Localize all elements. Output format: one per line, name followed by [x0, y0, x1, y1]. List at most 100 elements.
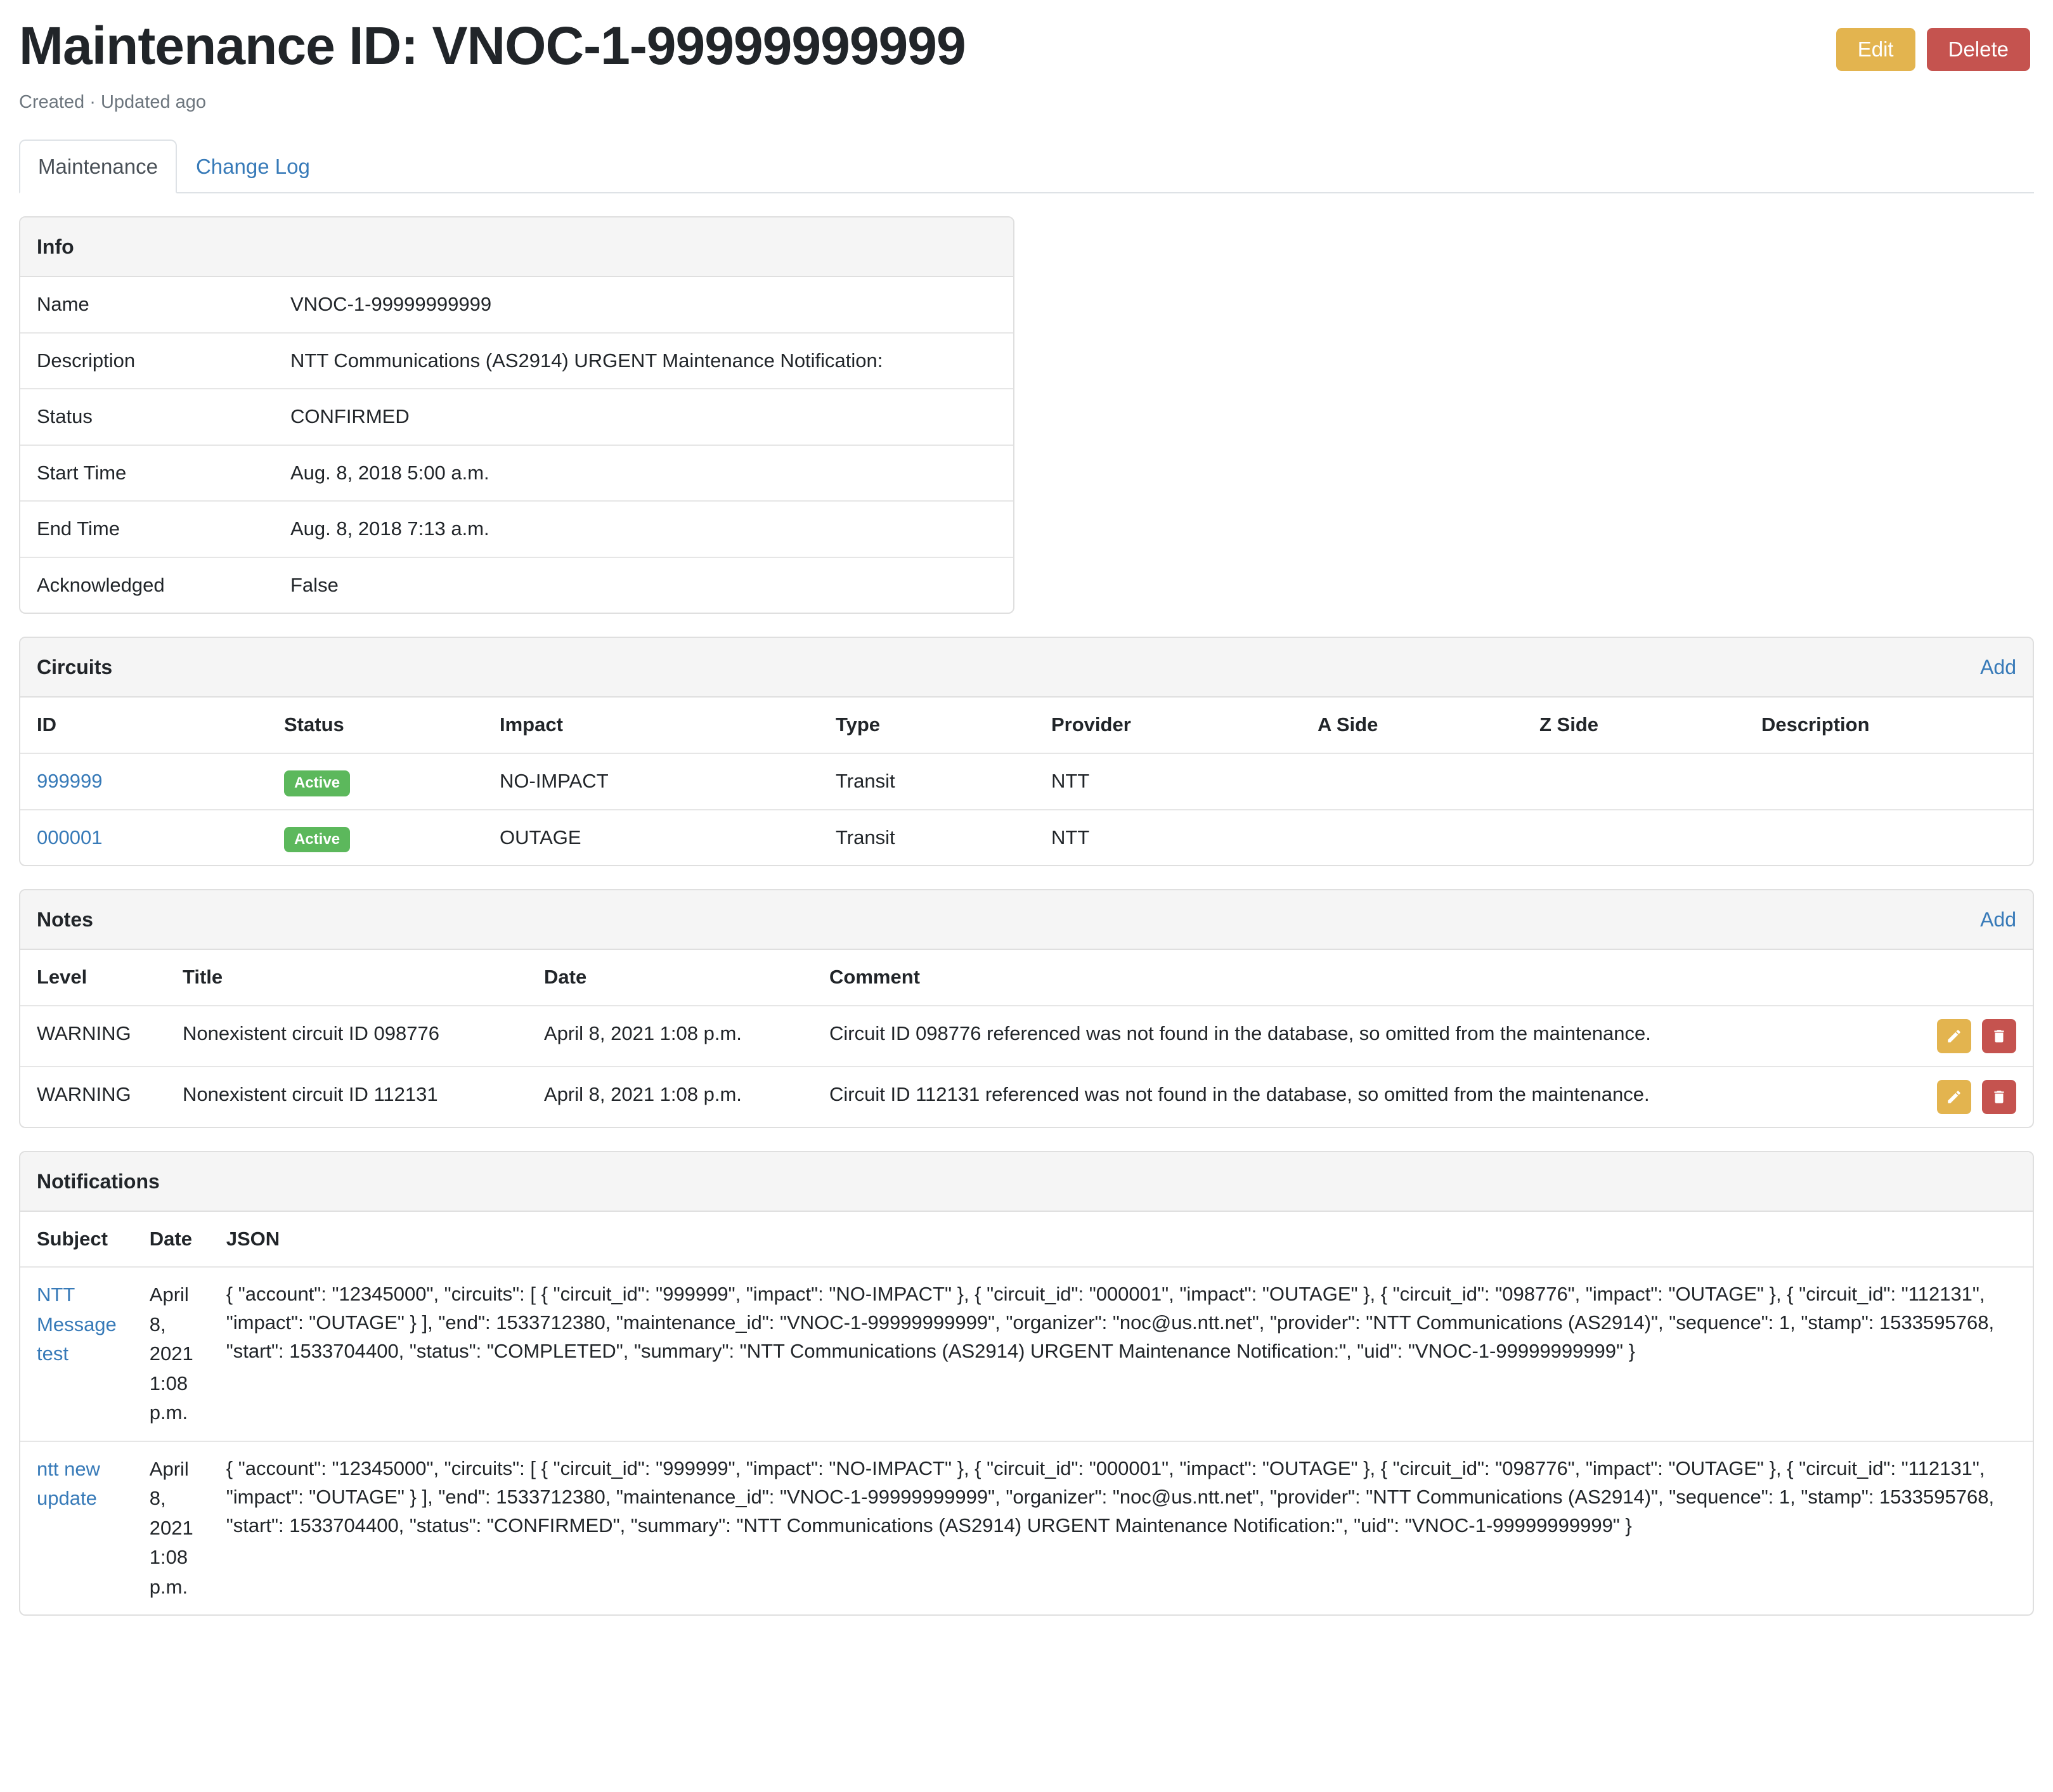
- note-actions-cell: [1906, 1067, 2033, 1127]
- table-row: Acknowledged False: [20, 557, 1013, 613]
- info-value: VNOC-1-99999999999: [274, 277, 1013, 333]
- notification-json-cell: { "account": "12345000", "circuits": [ {…: [210, 1441, 2033, 1615]
- circuit-id-link[interactable]: 000001: [37, 826, 102, 848]
- column-header-date: Date: [133, 1212, 210, 1268]
- table-row: ntt new update April 8, 2021 1:08 p.m. {…: [20, 1441, 2033, 1615]
- info-heading: Info: [37, 231, 74, 262]
- circuit-provider-cell: NTT: [1035, 810, 1301, 866]
- column-header-comment: Comment: [813, 950, 1906, 1006]
- table-header-row: Subject Date JSON: [20, 1212, 2033, 1268]
- notes-card-header: Notes Add: [20, 890, 2033, 950]
- table-row: Name VNOC-1-99999999999: [20, 277, 1013, 333]
- delete-note-button[interactable]: [1982, 1080, 2016, 1114]
- trash-icon: [1991, 1089, 2007, 1105]
- circuit-id-cell: 000001: [20, 810, 268, 866]
- delete-note-button[interactable]: [1982, 1019, 2016, 1053]
- circuits-card-header: Circuits Add: [20, 638, 2033, 698]
- info-key: End Time: [20, 501, 274, 557]
- column-header-level: Level: [20, 950, 166, 1006]
- add-note-link[interactable]: Add: [1980, 904, 2016, 935]
- info-value: Aug. 8, 2018 7:13 a.m.: [274, 501, 1013, 557]
- notifications-card: Notifications Subject Date JSON NTT Mess…: [19, 1151, 2034, 1616]
- notification-subject-cell: ntt new update: [20, 1441, 133, 1615]
- header-actions: Edit Delete: [1836, 28, 2030, 71]
- column-header-provider: Provider: [1035, 698, 1301, 753]
- table-row: 999999 Active NO-IMPACT Transit NTT: [20, 753, 2033, 810]
- notifications-heading: Notifications: [37, 1166, 160, 1197]
- note-title-cell: Nonexistent circuit ID 112131: [166, 1067, 528, 1127]
- column-header-impact: Impact: [483, 698, 819, 753]
- circuit-type-cell: Transit: [819, 810, 1035, 866]
- pencil-icon: [1946, 1028, 1962, 1044]
- circuit-id-link[interactable]: 999999: [37, 770, 102, 792]
- status-badge: Active: [284, 770, 350, 796]
- page-subtitle: Created · Updated ago: [19, 89, 2034, 117]
- info-value: NTT Communications (AS2914) URGENT Maint…: [274, 333, 1013, 389]
- table-row: WARNING Nonexistent circuit ID 112131 Ap…: [20, 1067, 2033, 1127]
- table-row: Start Time Aug. 8, 2018 5:00 a.m.: [20, 445, 1013, 502]
- circuits-table: ID Status Impact Type Provider A Side Z …: [20, 698, 2033, 865]
- table-row: 000001 Active OUTAGE Transit NTT: [20, 810, 2033, 866]
- note-level-cell: WARNING: [20, 1006, 166, 1067]
- column-header-title: Title: [166, 950, 528, 1006]
- tab-change-log-item: Change Log: [177, 140, 329, 193]
- notification-subject-cell: NTT Message test: [20, 1267, 133, 1441]
- circuit-z-side-cell: [1523, 753, 1745, 810]
- delete-button[interactable]: Delete: [1927, 28, 2030, 71]
- table-row: WARNING Nonexistent circuit ID 098776 Ap…: [20, 1006, 2033, 1067]
- circuit-z-side-cell: [1523, 810, 1745, 866]
- edit-button[interactable]: Edit: [1836, 28, 1915, 71]
- info-key: Start Time: [20, 445, 274, 502]
- notification-subject-link[interactable]: NTT Message test: [37, 1283, 117, 1365]
- page-title: Maintenance ID: VNOC-1-99999999999: [19, 16, 2034, 75]
- add-circuit-link[interactable]: Add: [1980, 652, 2016, 682]
- circuit-status-cell: Active: [268, 753, 483, 810]
- note-title-cell: Nonexistent circuit ID 098776: [166, 1006, 528, 1067]
- info-value: CONFIRMED: [274, 389, 1013, 445]
- note-date-cell: April 8, 2021 1:08 p.m.: [528, 1006, 813, 1067]
- tab-maintenance[interactable]: Maintenance: [19, 140, 177, 194]
- column-header-date: Date: [528, 950, 813, 1006]
- circuits-heading: Circuits: [37, 652, 112, 682]
- note-date-cell: April 8, 2021 1:08 p.m.: [528, 1067, 813, 1127]
- circuit-impact-cell: OUTAGE: [483, 810, 819, 866]
- info-key: Description: [20, 333, 274, 389]
- circuit-description-cell: [1745, 753, 2033, 810]
- trash-icon: [1991, 1028, 2007, 1044]
- note-actions-cell: [1906, 1006, 2033, 1067]
- edit-note-button[interactable]: [1937, 1080, 1971, 1114]
- column-header-subject: Subject: [20, 1212, 133, 1268]
- edit-note-button[interactable]: [1937, 1019, 1971, 1053]
- note-comment-cell: Circuit ID 098776 referenced was not fou…: [813, 1006, 1906, 1067]
- info-key: Status: [20, 389, 274, 445]
- column-header-z-side: Z Side: [1523, 698, 1745, 753]
- note-comment-cell: Circuit ID 112131 referenced was not fou…: [813, 1067, 1906, 1127]
- table-row: NTT Message test April 8, 2021 1:08 p.m.…: [20, 1267, 2033, 1441]
- column-header-json: JSON: [210, 1212, 2033, 1268]
- table-header-row: ID Status Impact Type Provider A Side Z …: [20, 698, 2033, 753]
- notifications-card-header: Notifications: [20, 1152, 2033, 1212]
- notification-date-cell: April 8, 2021 1:08 p.m.: [133, 1441, 210, 1615]
- column-header-a-side: A Side: [1301, 698, 1523, 753]
- circuit-type-cell: Transit: [819, 753, 1035, 810]
- tab-change-log[interactable]: Change Log: [177, 140, 329, 194]
- column-header-description: Description: [1745, 698, 2033, 753]
- note-level-cell: WARNING: [20, 1067, 166, 1127]
- info-card: Info Name VNOC-1-99999999999 Description…: [19, 216, 1014, 614]
- notification-json-cell: { "account": "12345000", "circuits": [ {…: [210, 1267, 2033, 1441]
- table-row: End Time Aug. 8, 2018 7:13 a.m.: [20, 501, 1013, 557]
- notes-table: Level Title Date Comment WARNING Nonexis…: [20, 950, 2033, 1127]
- info-value: Aug. 8, 2018 5:00 a.m.: [274, 445, 1013, 502]
- column-header-id: ID: [20, 698, 268, 753]
- column-header-status: Status: [268, 698, 483, 753]
- maintenance-detail-page: Edit Delete Maintenance ID: VNOC-1-99999…: [0, 16, 2053, 1641]
- column-header-actions: [1906, 950, 2033, 1006]
- table-row: Status CONFIRMED: [20, 389, 1013, 445]
- circuit-provider-cell: NTT: [1035, 753, 1301, 810]
- column-header-type: Type: [819, 698, 1035, 753]
- notification-subject-link[interactable]: ntt new update: [37, 1458, 100, 1510]
- circuit-a-side-cell: [1301, 753, 1523, 810]
- circuit-impact-cell: NO-IMPACT: [483, 753, 819, 810]
- circuit-a-side-cell: [1301, 810, 1523, 866]
- circuit-id-cell: 999999: [20, 753, 268, 810]
